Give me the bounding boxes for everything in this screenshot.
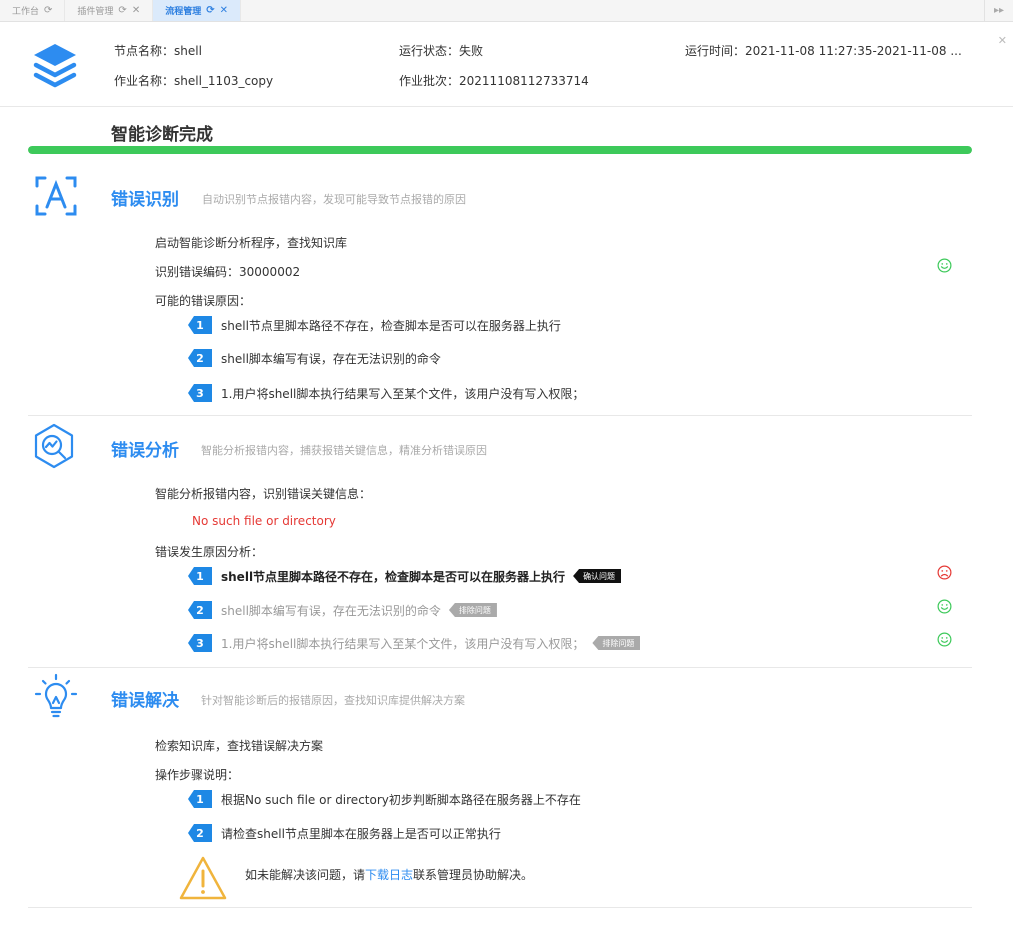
job-batch-field: 作业批次：20211108112733714 (399, 72, 589, 89)
reason-item: 3 1.用户将shell脚本执行结果写入至某个文件，该用户没有写入权限； (188, 384, 584, 402)
smile-icon (937, 258, 952, 273)
cause-item: 3 1.用户将shell脚本执行结果写入至某个文件，该用户没有写入权限； 排除问… (188, 634, 641, 652)
run-time-field: 运行时间：2021-11-08 11:27:35-2021-11-08 ... (685, 42, 962, 59)
error-code-label: 识别错误编码： (155, 265, 240, 279)
refresh-icon[interactable]: ⟳ (118, 5, 126, 16)
error-code-line: 识别错误编码：30000002 (155, 263, 300, 280)
solution-line1: 检索知识库，查找错误解决方案 (155, 739, 324, 753)
smile-icon (937, 632, 952, 647)
node-name-value: shell (174, 44, 202, 58)
cause-item: 1 shell节点里脚本路径不存在，检查脚本是否可以在服务器上执行 确认问题 (188, 567, 622, 585)
scan-text-icon (35, 176, 77, 216)
analysis-line1: 智能分析报错内容，识别错误关键信息： (155, 487, 372, 501)
diagnosis-title: 智能诊断完成 (111, 125, 213, 145)
step-text: 请检查shell节点里脚本在服务器上是否可以正常执行 (221, 826, 501, 841)
tab-label: 工作台 (12, 7, 40, 17)
run-status-value: 失败 (459, 44, 484, 58)
run-time-value: 2021-11-08 11:27:35-2021-11-08 ... (745, 44, 962, 58)
identify-title: 错误识别 (111, 190, 179, 210)
lightbulb-icon (34, 673, 78, 718)
error-message: No such file or directory (192, 514, 336, 528)
cause-text: shell脚本编写有误，存在无法识别的命令 (221, 603, 441, 618)
close-icon[interactable]: ✕ (220, 5, 228, 16)
number-badge: 3 (188, 384, 212, 402)
refresh-icon[interactable]: ⟳ (44, 5, 52, 16)
step-item: 1 根据No such file or directory初步判断脚本路径在服务… (188, 790, 581, 808)
warning-prefix: 如未能解决该问题，请 (245, 868, 366, 882)
job-batch-value: 20211108112733714 (459, 74, 589, 88)
section-divider (28, 667, 972, 668)
number-badge: 1 (188, 567, 212, 585)
tab-label: 插件管理 (77, 7, 114, 17)
job-name-value: shell_1103_copy (174, 74, 274, 88)
tab-process-management[interactable]: 流程管理 ⟳ ✕ (153, 0, 241, 21)
steps-label: 操作步骤说明： (155, 768, 240, 782)
identify-line1: 启动智能诊断分析程序，查找知识库 (155, 236, 348, 250)
warning-message: 如未能解决该问题，请下载日志联系管理员协助解决。 (245, 866, 533, 883)
tab-label: 流程管理 (165, 7, 202, 17)
step-item: 2 请检查shell节点里脚本在服务器上是否可以正常执行 (188, 824, 501, 842)
number-badge: 1 (188, 790, 212, 808)
node-info-header: 节点名称：shell 运行状态：失败 运行时间：2021-11-08 11:27… (0, 22, 1013, 107)
number-badge: 2 (188, 824, 212, 842)
job-name-field: 作业名称：shell_1103_copy (114, 72, 273, 89)
analysis-chart-icon (34, 423, 74, 469)
analysis-desc: 智能分析报错内容，捕获报错关键信息，精准分析错误原因 (201, 444, 487, 457)
tab-plugin-management[interactable]: 插件管理 ⟳ ✕ (65, 0, 154, 21)
solution-title: 错误解决 (111, 691, 179, 711)
exclude-issue-tag[interactable]: 排除问题 (592, 636, 641, 650)
progress-fill (28, 146, 972, 154)
smile-icon (937, 599, 952, 614)
section-divider (28, 907, 972, 908)
number-badge: 2 (188, 601, 212, 619)
section-divider (28, 415, 972, 416)
exclude-issue-tag[interactable]: 排除问题 (448, 603, 497, 617)
node-name-label: 节点名称： (114, 44, 175, 58)
run-time-label: 运行时间： (685, 44, 746, 58)
reason-item: 2 shell脚本编写有误，存在无法识别的命令 (188, 349, 441, 367)
reason-text: 1.用户将shell脚本执行结果写入至某个文件，该用户没有写入权限； (221, 386, 585, 401)
frown-icon (937, 565, 952, 580)
run-status-field: 运行状态：失败 (399, 42, 483, 59)
double-chevron-right-icon[interactable]: ▸▸ (984, 0, 1013, 21)
warning-suffix: 联系管理员协助解决。 (413, 868, 534, 882)
identify-desc: 自动识别节点报错内容，发现可能导致节点报错的原因 (202, 193, 466, 206)
tab-workbench[interactable]: 工作台 ⟳ (0, 0, 66, 21)
cause-item: 2 shell脚本编写有误，存在无法识别的命令 排除问题 (188, 601, 497, 619)
reason-item: 1 shell节点里脚本路径不存在，检查脚本是否可以在服务器上执行 (188, 316, 561, 334)
error-code-value: 30000002 (239, 265, 301, 279)
confirm-issue-tag[interactable]: 确认问题 (573, 569, 622, 583)
number-badge: 1 (188, 316, 212, 334)
cause-label: 错误发生原因分析： (155, 545, 264, 559)
cause-text: shell节点里脚本路径不存在，检查脚本是否可以在服务器上执行 (221, 569, 566, 584)
download-log-link[interactable]: 下载日志 (365, 868, 413, 882)
solution-desc: 针对智能诊断后的报错原因，查找知识库提供解决方案 (201, 694, 465, 707)
cause-text: 1.用户将shell脚本执行结果写入至某个文件，该用户没有写入权限； (221, 636, 585, 651)
run-status-label: 运行状态： (399, 44, 460, 58)
number-badge: 3 (188, 634, 212, 652)
analysis-title: 错误分析 (111, 441, 179, 461)
close-icon[interactable]: ✕ (998, 34, 1007, 47)
number-badge: 2 (188, 349, 212, 367)
close-icon[interactable]: ✕ (132, 5, 140, 16)
tab-bar: 工作台 ⟳ 插件管理 ⟳ ✕ 流程管理 ⟳ ✕ ▸▸ (0, 0, 1013, 22)
node-name-field: 节点名称：shell (114, 42, 202, 59)
reason-text: shell脚本编写有误，存在无法识别的命令 (221, 351, 441, 366)
layers-icon (33, 44, 77, 88)
reasons-label: 可能的错误原因： (155, 294, 252, 308)
job-batch-label: 作业批次： (399, 74, 460, 88)
reason-text: shell节点里脚本路径不存在，检查脚本是否可以在服务器上执行 (221, 318, 561, 333)
warning-triangle-icon (179, 856, 227, 900)
job-name-label: 作业名称： (114, 74, 175, 88)
step-text: 根据No such file or directory初步判断脚本路径在服务器上… (221, 792, 581, 807)
diagnosis-progress-bar (28, 146, 972, 154)
refresh-icon[interactable]: ⟳ (206, 5, 214, 16)
